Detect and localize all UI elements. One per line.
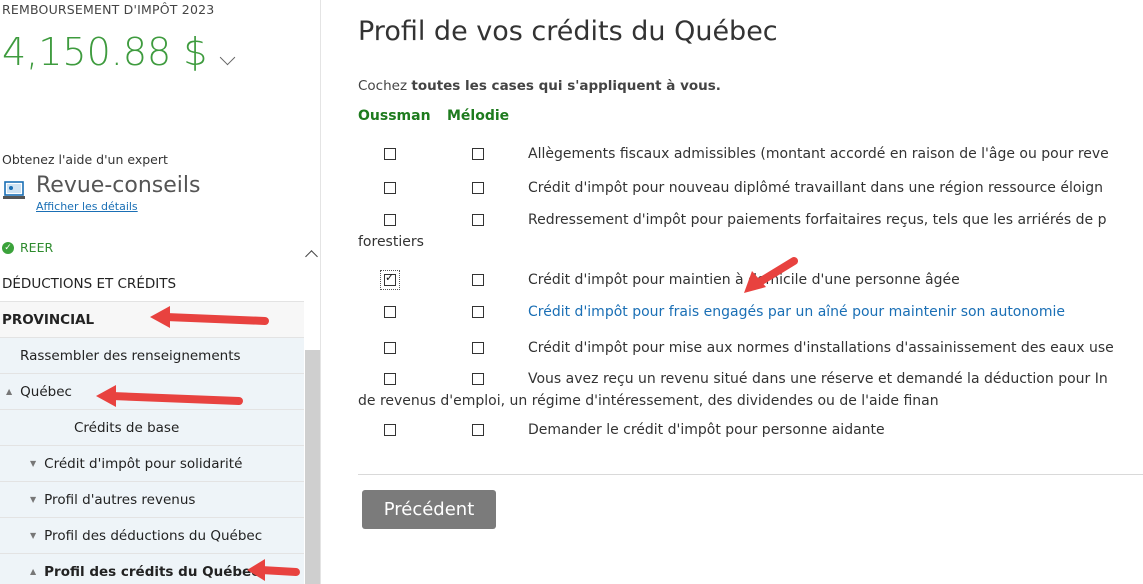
sidebar-item-solidarity[interactable]: ▼ Crédit d'impôt pour solidarité (0, 446, 304, 482)
column-melodie: Mélodie (447, 108, 510, 124)
sidebar-item-label: Crédit d'impôt pour solidarité (44, 455, 243, 472)
credit-label: de revenus d'emploi, un régime d'intéres… (358, 393, 939, 409)
checkbox-oussman[interactable] (384, 306, 396, 318)
credit-label: forestiers (358, 234, 424, 250)
reer-item[interactable]: ✓ REER (2, 240, 53, 255)
sidebar-item-label: Crédits de base (74, 419, 180, 436)
triangle-down-icon: ▼ (30, 531, 37, 540)
sidebar-item-label: Profil des déductions du Québec (44, 527, 263, 544)
checkbox-oussman[interactable] (384, 148, 396, 160)
credit-label: Demander le crédit d'impôt pour personne… (528, 422, 885, 438)
checkbox-melodie[interactable] (472, 342, 484, 354)
arrow-annotation-icon (744, 257, 798, 293)
section-deductions-credits[interactable]: DÉDUCTIONS ET CRÉDITS (0, 266, 304, 302)
scrollbar-thumb[interactable] (305, 350, 320, 584)
checkbox-oussman[interactable] (384, 373, 396, 385)
arrow-annotation-icon (150, 306, 269, 328)
checkbox-oussman[interactable] (384, 271, 396, 286)
sidebar-item-other-income[interactable]: ▼ Profil d'autres revenus (0, 482, 304, 518)
sidebar-item-label: PROVINCIAL (2, 311, 95, 328)
expert-title: Revue-conseils (36, 173, 201, 198)
checkbox-melodie[interactable] (472, 214, 484, 226)
section-label: DÉDUCTIONS ET CRÉDITS (2, 275, 177, 292)
divider (358, 474, 1143, 475)
sidebar-item-label: Profil d'autres revenus (44, 491, 196, 508)
checkbox-melodie[interactable] (472, 148, 484, 160)
checkbox-melodie[interactable] (472, 306, 484, 318)
credit-label: Crédit d'impôt pour mise aux normes d'in… (528, 340, 1114, 356)
sidebar-item-label: Profil des crédits du Québec (44, 563, 260, 580)
checkbox-oussman[interactable] (384, 182, 396, 194)
checkbox-oussman[interactable] (384, 424, 396, 436)
computer-icon (3, 181, 25, 199)
triangle-up-icon: ▲ (6, 387, 13, 396)
checkbox-oussman[interactable] (384, 342, 396, 354)
sidebar-item-label: Rassembler des renseignements (20, 347, 241, 364)
checkbox-melodie[interactable] (472, 274, 484, 286)
credit-label: Crédit d'impôt pour nouveau diplômé trav… (528, 180, 1104, 196)
instruction-text: Cochez toutes les cases qui s'appliquent… (358, 78, 721, 94)
arrow-annotation-icon (247, 559, 300, 581)
page-title: Profil de vos crédits du Québec (358, 16, 778, 47)
credit-label: Redressement d'impôt pour paiements forf… (528, 212, 1107, 228)
chevron-down-icon[interactable] (219, 49, 236, 66)
refund-label: REMBOURSEMENT D'IMPÔT 2023 (2, 2, 215, 17)
credit-label: Allègements fiscaux admissibles (montant… (528, 146, 1109, 162)
checkbox-melodie[interactable] (472, 373, 484, 385)
reer-label: REER (20, 240, 54, 255)
instruction-bold: toutes les cases qui s'appliquent à vous… (411, 78, 721, 94)
checkmark-icon: ✓ (2, 241, 14, 254)
show-details-link[interactable]: Afficher les détails (36, 200, 138, 213)
triangle-up-icon: ▲ (30, 567, 37, 576)
checkbox-oussman[interactable] (384, 214, 396, 226)
checkbox-melodie[interactable] (472, 182, 484, 194)
arrow-annotation-icon (96, 385, 243, 407)
sidebar: REMBOURSEMENT D'IMPÔT 2023 4,150.88 $ Ob… (0, 0, 321, 584)
triangle-down-icon: ▼ (30, 459, 37, 468)
sidebar-item-basic-credits[interactable]: Crédits de base (0, 410, 304, 446)
sidebar-item-deductions[interactable]: ▼ Profil des déductions du Québec (0, 518, 304, 554)
instruction-prefix: Cochez (358, 78, 412, 94)
credit-label: Vous avez reçu un revenu situé dans une … (528, 371, 1108, 387)
previous-button[interactable]: Précédent (362, 490, 496, 529)
refund-amount: 4,150.88 $ (2, 30, 208, 74)
column-oussman: Oussman (358, 108, 431, 124)
credit-link[interactable]: Crédit d'impôt pour frais engagés par un… (528, 301, 1065, 323)
triangle-down-icon: ▼ (30, 495, 37, 504)
sidebar-item-label: Québec (20, 383, 72, 400)
checkbox-melodie[interactable] (472, 424, 484, 436)
expert-help-label: Obtenez l'aide d'un expert (2, 152, 168, 167)
sidebar-item-gather[interactable]: Rassembler des renseignements (0, 338, 304, 374)
scroll-up-icon[interactable] (305, 250, 318, 263)
